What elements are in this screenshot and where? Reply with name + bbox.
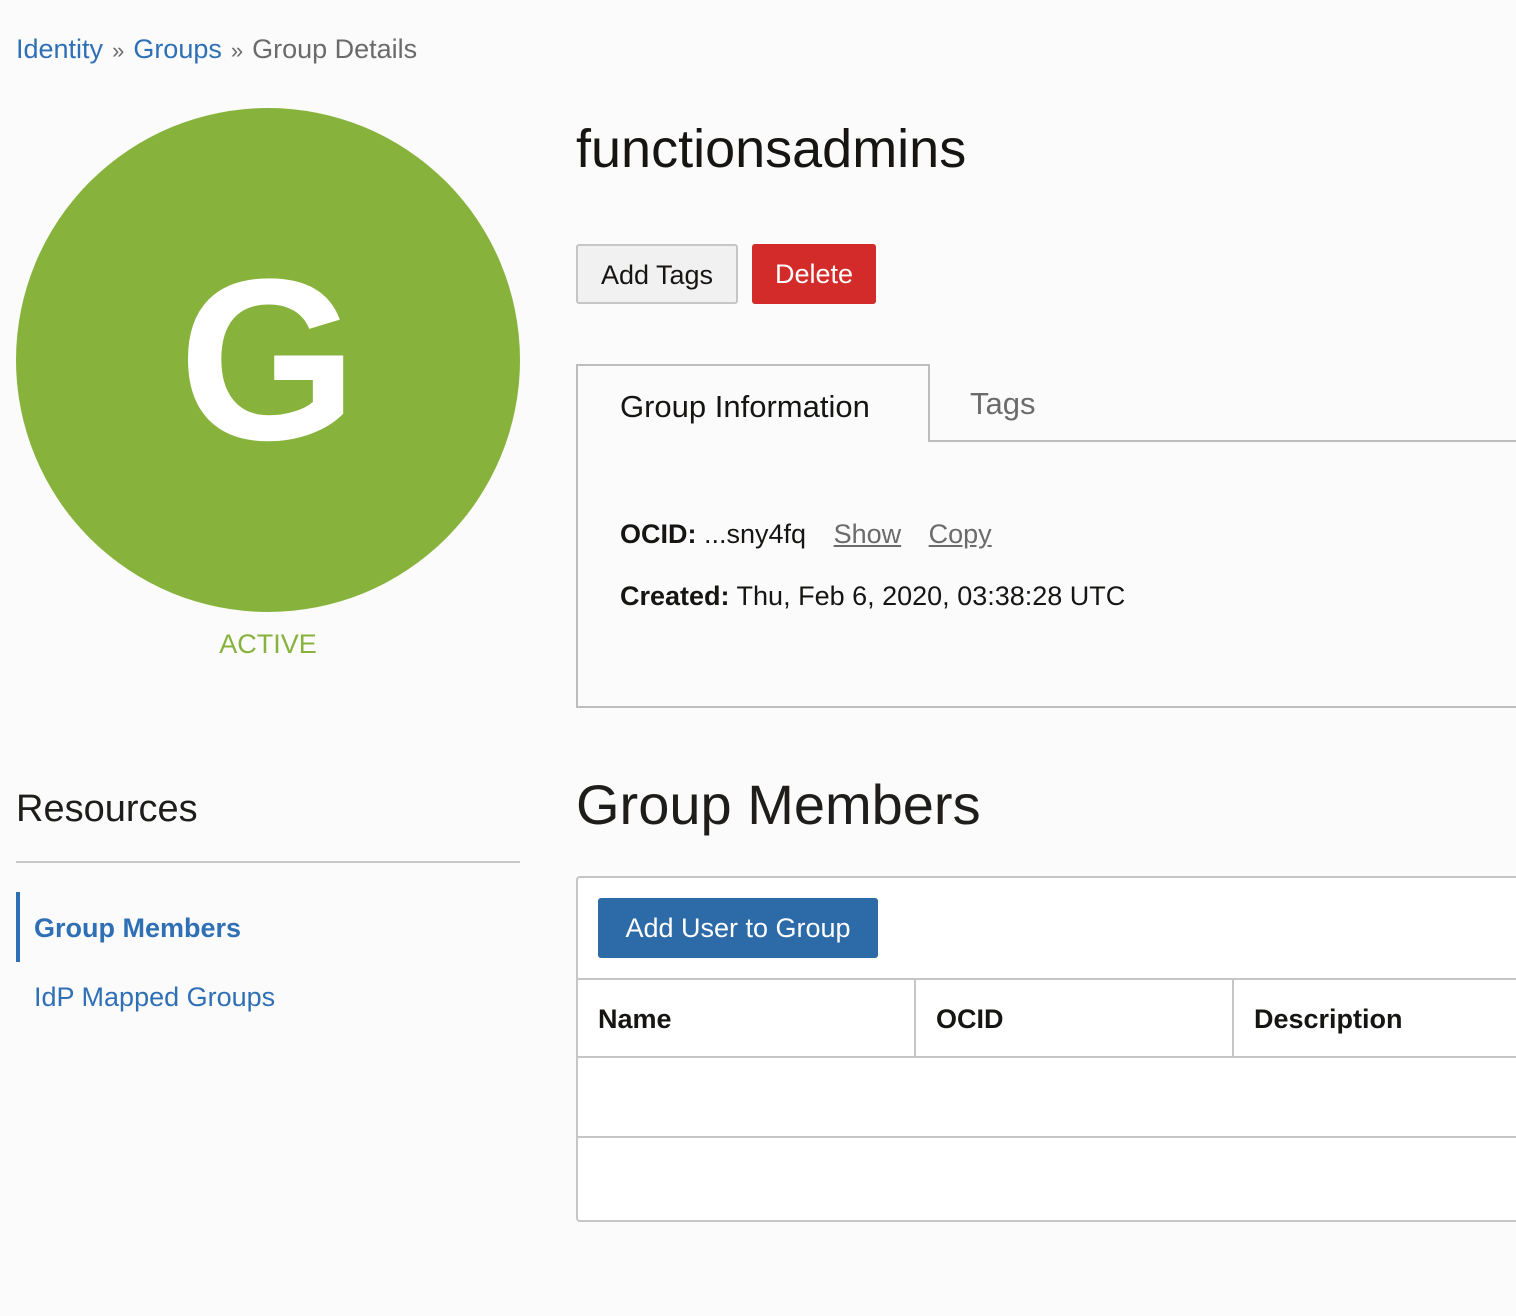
table-row-empty	[578, 1138, 1516, 1218]
ocid-row: OCID: ...sny4fq Show Copy	[620, 516, 992, 552]
tab-label: Group Information	[620, 389, 870, 424]
column-header-label: OCID	[936, 1004, 1004, 1034]
table-header: Name OCID Description	[578, 978, 1516, 1058]
ocid-copy-link[interactable]: Copy	[929, 519, 992, 549]
resources-item-idp-mapped-groups[interactable]: IdP Mapped Groups	[16, 976, 520, 1018]
resources-item-label: IdP Mapped Groups	[34, 982, 276, 1012]
tab-content: OCID: ...sny4fq Show Copy Created: Thu, …	[576, 440, 1516, 708]
breadcrumb-link-groups[interactable]: Groups	[133, 34, 222, 64]
group-avatar: G	[16, 108, 520, 612]
ocid-value: ...sny4fq	[704, 519, 807, 549]
breadcrumb-link-identity[interactable]: Identity	[16, 34, 103, 64]
column-header-name[interactable]: Name	[578, 980, 916, 1058]
group-info-tab-panel: Group Information Tags OCID: ...sny4fq S…	[576, 364, 1516, 708]
add-user-to-group-button[interactable]: Add User to Group	[598, 898, 878, 958]
column-header-label: Description	[1254, 1004, 1403, 1034]
group-members-table: Name OCID Description	[578, 978, 1516, 1218]
column-header-ocid[interactable]: OCID	[916, 980, 1234, 1058]
created-value: Thu, Feb 6, 2020, 03:38:28 UTC	[736, 581, 1126, 611]
breadcrumb-current: Group Details	[252, 34, 418, 64]
resources-title: Resources	[16, 788, 198, 830]
tab-label: Tags	[970, 386, 1036, 421]
column-header-label: Name	[598, 1004, 672, 1034]
tab-group-information[interactable]: Group Information	[576, 364, 930, 442]
group-members-title: Group Members	[576, 773, 981, 836]
resources-item-group-members[interactable]: Group Members	[16, 892, 520, 962]
breadcrumb: Identity » Groups » Group Details	[16, 30, 417, 70]
breadcrumb-separator: »	[230, 38, 244, 63]
ocid-label: OCID:	[620, 519, 697, 549]
add-tags-button[interactable]: Add Tags	[576, 244, 738, 304]
group-members-panel: Add User to Group Name OCID Description	[576, 876, 1516, 1222]
status-badge: ACTIVE	[219, 629, 317, 659]
ocid-show-link[interactable]: Show	[834, 519, 902, 549]
delete-button[interactable]: Delete	[752, 244, 876, 304]
tab-tags[interactable]: Tags	[930, 364, 1090, 440]
resources-item-label: Group Members	[34, 913, 242, 943]
resources-divider	[16, 861, 520, 863]
page-title: functionsadmins	[576, 119, 967, 179]
table-row-empty	[578, 1058, 1516, 1138]
breadcrumb-separator: »	[112, 38, 125, 63]
group-avatar-letter: G	[178, 231, 358, 488]
created-label: Created:	[620, 581, 730, 611]
column-header-description[interactable]: Description	[1234, 980, 1516, 1058]
created-row: Created: Thu, Feb 6, 2020, 03:38:28 UTC	[620, 578, 1125, 614]
